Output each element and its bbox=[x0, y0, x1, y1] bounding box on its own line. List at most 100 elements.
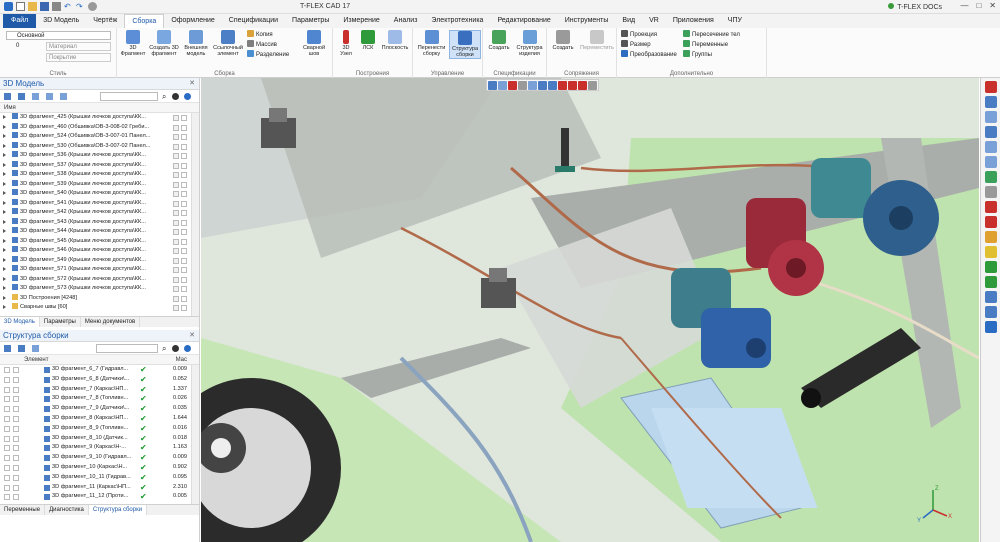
spec-create-button[interactable]: Создать bbox=[485, 30, 513, 51]
tree-icon[interactable] bbox=[18, 345, 25, 352]
lock-icon[interactable] bbox=[13, 474, 19, 481]
sort-icon[interactable] bbox=[60, 93, 67, 100]
assembly-row[interactable]: 3D фрагмент_10 (Каркас\Н... ✔ 0.902 bbox=[0, 463, 199, 473]
visibility-icon[interactable] bbox=[173, 229, 179, 235]
cover-field[interactable]: Покрытие bbox=[46, 53, 111, 62]
tree-row[interactable]: 3D фрагмент_460 (Обшивка\ОВ-3-008-02 Гре… bbox=[0, 122, 199, 133]
select-icon[interactable] bbox=[488, 81, 497, 90]
visibility-icon[interactable] bbox=[173, 172, 179, 178]
list-icon[interactable] bbox=[4, 345, 11, 352]
assembly-row[interactable]: 3D фрагмент_7 (Каркас\НП... ✔ 1.337 bbox=[0, 385, 199, 395]
box-icon[interactable] bbox=[518, 81, 527, 90]
close-button[interactable]: ✕ bbox=[989, 1, 996, 10]
assembly-row[interactable]: 3D фрагмент_8 (Каркас\НП... ✔ 1.644 bbox=[0, 414, 199, 424]
maximize-button[interactable]: □ bbox=[976, 1, 981, 10]
visibility-icon[interactable] bbox=[173, 115, 179, 121]
tree-row[interactable]: 3D фрагмент_543 (Крышки лючков доступа\К… bbox=[0, 217, 199, 228]
visibility-icon[interactable] bbox=[173, 162, 179, 169]
state-icon[interactable] bbox=[181, 200, 187, 207]
copy-button[interactable]: Копия bbox=[247, 30, 273, 39]
visibility-icon[interactable] bbox=[173, 219, 179, 226]
light-icon[interactable] bbox=[984, 246, 997, 258]
pan-icon[interactable] bbox=[984, 141, 997, 153]
model-scrollbar[interactable] bbox=[191, 113, 199, 316]
tree-row[interactable]: 3D фрагмент_538 (Крышки лючков доступа\К… bbox=[0, 170, 199, 180]
expand-arrow-icon[interactable] bbox=[3, 153, 6, 157]
assembly-row[interactable]: 3D фрагмент_8_9 (Топливн... ✔ 0.016 bbox=[0, 424, 199, 434]
external-model-button[interactable]: Внешняя модель bbox=[181, 30, 211, 57]
print-icon[interactable] bbox=[52, 2, 61, 11]
mate-create-button[interactable]: Создать bbox=[549, 30, 577, 51]
open-file-icon[interactable] bbox=[28, 2, 37, 11]
tree-row[interactable]: 3D фрагмент_546 (Крышки лючков доступа\К… bbox=[0, 246, 199, 256]
tree-row[interactable]: 3D фрагмент_539 (Крышки лючков доступа\К… bbox=[0, 179, 199, 190]
state-icon[interactable] bbox=[181, 153, 187, 159]
tree-row[interactable]: 3D фрагмент_542 (Крышки лючков доступа\К… bbox=[0, 208, 199, 218]
visibility-icon[interactable] bbox=[4, 386, 10, 393]
snapping-icon[interactable] bbox=[984, 111, 997, 123]
product-structure-button[interactable]: Структура изделия bbox=[514, 30, 545, 57]
state-icon[interactable] bbox=[181, 124, 187, 131]
split-button[interactable]: Разделение bbox=[247, 50, 289, 59]
array-button[interactable]: Массив bbox=[247, 40, 277, 49]
clear-icon[interactable] bbox=[172, 93, 179, 100]
expand-arrow-icon[interactable] bbox=[3, 286, 6, 290]
visibility-icon[interactable] bbox=[4, 464, 10, 471]
visibility-icon[interactable] bbox=[4, 435, 10, 442]
expand-arrow-icon[interactable] bbox=[3, 229, 6, 233]
state-icon[interactable] bbox=[181, 143, 187, 150]
assembly-row[interactable]: 3D фрагмент_8_10 (Датчик... ✔ 0.018 bbox=[0, 434, 199, 444]
state-icon[interactable] bbox=[181, 248, 187, 254]
search-icon[interactable]: ⌕ bbox=[162, 344, 166, 354]
lock-icon[interactable] bbox=[13, 484, 19, 491]
panel-tab[interactable]: 3D Модель bbox=[0, 317, 40, 327]
assembly-row[interactable]: 3D фрагмент_7_9 (Датчики\... ✔ 0.035 bbox=[0, 404, 199, 414]
assembly-structure-button[interactable]: Структура сборки bbox=[449, 30, 481, 59]
reference-element-button[interactable]: Ссылочный элемент bbox=[212, 30, 244, 57]
visibility-icon[interactable] bbox=[173, 191, 179, 197]
state-icon[interactable] bbox=[181, 115, 187, 121]
expand-arrow-icon[interactable] bbox=[3, 267, 6, 271]
menu-tab[interactable]: Сборка bbox=[124, 14, 165, 28]
assembly-row[interactable]: 3D фрагмент_9 (Каркас\Н-... ✔ 1.163 bbox=[0, 443, 199, 453]
tree-row[interactable]: 3D фрагмент_549 (Крышки лючков доступа\К… bbox=[0, 255, 199, 266]
expand-arrow-icon[interactable] bbox=[3, 295, 6, 300]
menu-tab[interactable]: Вид bbox=[615, 14, 642, 28]
tree-row[interactable]: 3D фрагмент_537 (Крышки лючков доступа\К… bbox=[0, 160, 199, 171]
menu-tab[interactable]: VR bbox=[642, 14, 666, 28]
magnet-icon[interactable] bbox=[984, 81, 997, 93]
style-select[interactable]: Основной bbox=[6, 31, 111, 40]
visibility-icon[interactable] bbox=[173, 143, 179, 150]
tree-options-icon[interactable] bbox=[18, 93, 25, 100]
fragment-3d-button[interactable]: 3D Фрагмент bbox=[119, 30, 147, 57]
visibility-icon[interactable] bbox=[173, 267, 179, 273]
visibility-icon[interactable] bbox=[173, 238, 179, 245]
expand-arrow-icon[interactable] bbox=[3, 124, 6, 129]
state-icon[interactable] bbox=[181, 210, 187, 216]
render-icon[interactable] bbox=[568, 81, 577, 90]
menu-tab[interactable]: Спецификации bbox=[222, 14, 285, 28]
lock-icon[interactable] bbox=[13, 445, 19, 452]
lock-icon[interactable] bbox=[13, 455, 19, 462]
tree-row[interactable]: 3D фрагмент_425 (Крышки лючков доступа\К… bbox=[0, 113, 199, 123]
filter-view-icon[interactable] bbox=[498, 81, 507, 90]
minimize-button[interactable]: — bbox=[960, 1, 968, 10]
visibility-icon[interactable] bbox=[173, 210, 179, 216]
rotate-icon[interactable] bbox=[984, 156, 997, 168]
rearrange-assembly-button[interactable]: Перенести сборку bbox=[415, 30, 448, 57]
assembly-row[interactable]: 3D фрагмент_7_8 (Топливн... ✔ 0.026 bbox=[0, 394, 199, 404]
visibility-icon[interactable] bbox=[4, 425, 10, 432]
transform-button[interactable]: Преобразование bbox=[621, 50, 677, 59]
projection-button[interactable]: Проекция bbox=[621, 30, 657, 39]
tree-row[interactable]: 3D фрагмент_540 (Крышки лючков доступа\К… bbox=[0, 189, 199, 199]
state-icon[interactable] bbox=[181, 295, 187, 302]
expand-arrow-icon[interactable] bbox=[3, 219, 6, 224]
zoom-icon[interactable] bbox=[984, 126, 997, 138]
expand-arrow-icon[interactable] bbox=[3, 257, 6, 262]
clear-icon[interactable] bbox=[172, 345, 179, 352]
close-icon[interactable]: ✕ bbox=[189, 330, 195, 342]
lock-icon[interactable] bbox=[13, 406, 19, 413]
tree-row[interactable]: 3D фрагмент_541 (Крышки лючков доступа\К… bbox=[0, 198, 199, 209]
visibility-icon[interactable] bbox=[173, 248, 179, 254]
assembly-row[interactable]: 3D фрагмент_6_8 (Датчики\... ✔ 0.052 bbox=[0, 375, 199, 385]
